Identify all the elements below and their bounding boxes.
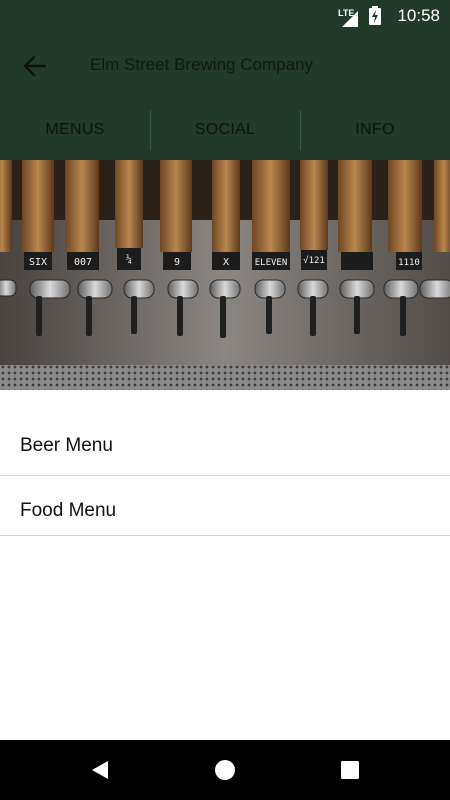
tab-menus[interactable]: MENUS (0, 100, 150, 160)
hero-image-beer-taps: SIX 007 ¼ 9 X ELEVEN √121 1110 (0, 160, 450, 390)
recents-square-icon[interactable] (338, 758, 362, 782)
list-item-food-menu[interactable]: Food Menu (0, 476, 450, 536)
tap-label: SIX (29, 257, 47, 268)
status-bar: LTE 10:58 (0, 0, 450, 32)
home-circle-icon[interactable] (213, 758, 237, 782)
menu-list: Beer Menu Food Menu (0, 390, 450, 536)
arrow-left-icon[interactable] (20, 52, 50, 80)
beer-taps-illustration: SIX 007 ¼ 9 X ELEVEN √121 1110 (0, 160, 450, 390)
system-nav-bar (0, 740, 450, 800)
tap-label: √121 (303, 255, 325, 266)
battery-charging-icon (368, 6, 382, 31)
tap-label: ELEVEN (255, 258, 288, 268)
back-triangle-icon[interactable] (88, 758, 112, 782)
tab-social[interactable]: SOCIAL (150, 100, 300, 160)
tab-info[interactable]: INFO (300, 100, 450, 160)
list-item-beer-menu[interactable]: Beer Menu (0, 390, 450, 476)
signal-icon: LTE (338, 8, 360, 29)
page-title: Elm Street Brewing Company (90, 55, 313, 74)
list-item-label: Food Menu (20, 499, 117, 521)
tap-label: 9 (174, 257, 180, 268)
status-icons: LTE (338, 6, 382, 31)
list-item-label: Beer Menu (20, 434, 113, 456)
tap-label: ¼ (126, 253, 132, 265)
tap-label: X (223, 257, 229, 268)
app-bar: Elm Street Brewing Company (0, 32, 450, 100)
tap-label: 007 (74, 257, 92, 268)
clock: 10:58 (397, 6, 440, 25)
tap-label: 1110 (398, 258, 420, 268)
tab-bar: MENUS SOCIAL INFO (0, 100, 450, 160)
